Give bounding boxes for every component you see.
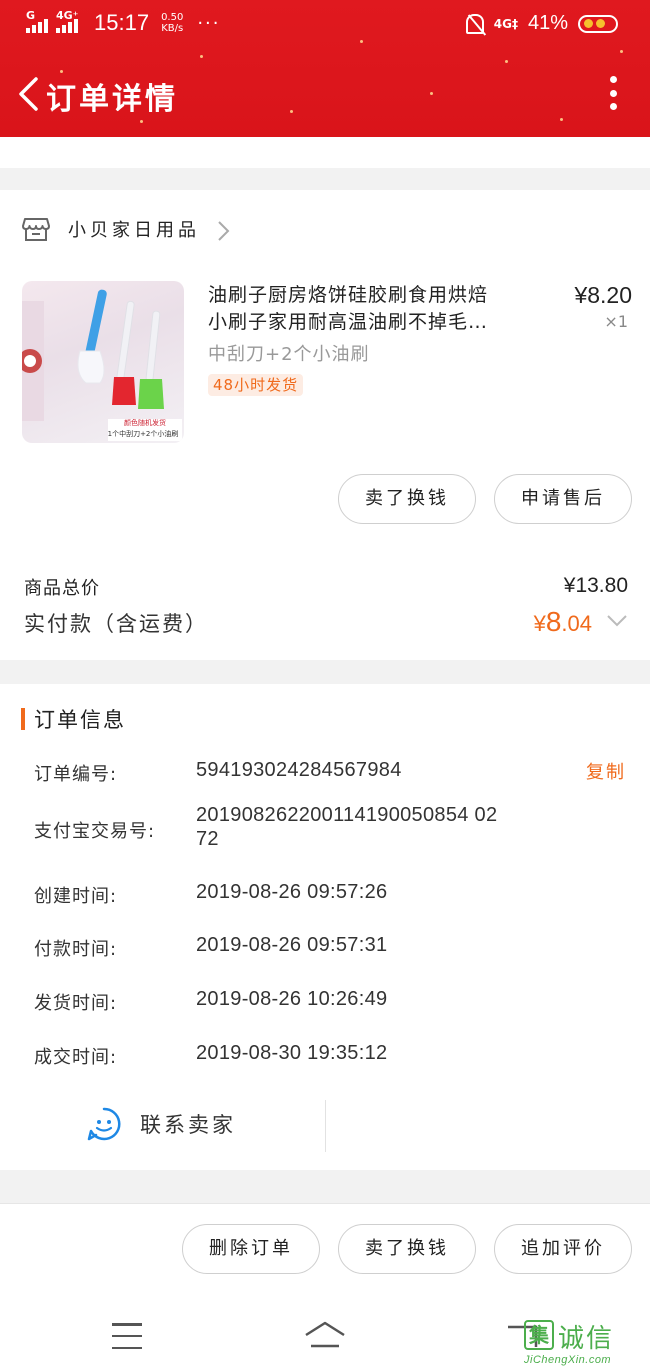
payment-time-value: 2019-08-26 09:57:31 bbox=[196, 934, 388, 956]
product-quantity: ×1 bbox=[604, 312, 628, 331]
status-time: 15:17 bbox=[94, 10, 150, 35]
home-icon[interactable] bbox=[303, 1319, 347, 1351]
menu-icon[interactable] bbox=[112, 1323, 142, 1349]
created-time-value: 2019-08-26 09:57:26 bbox=[196, 881, 388, 903]
product-price: ¥8.20 bbox=[574, 282, 632, 308]
status-bar: G 4G⁺ 15:17 0.50 KB/s ··· 4G‡ 41% bbox=[0, 0, 650, 48]
alipay-trade-label: 支付宝交易号: bbox=[34, 821, 156, 842]
alipay-trade-value-line1: 201908262200114190050854 02 bbox=[196, 804, 498, 826]
battery-percent: 41% bbox=[527, 12, 568, 34]
goods-total-label: 商品总价 bbox=[24, 578, 100, 599]
deal-time-value: 2019-08-30 19:35:12 bbox=[196, 1042, 388, 1064]
status-more-icon: ··· bbox=[197, 12, 221, 34]
signal-4g-icon: 4G⁺ bbox=[56, 9, 79, 33]
chevron-right-icon bbox=[218, 221, 230, 241]
page-title: 订单详情 bbox=[46, 82, 178, 117]
shop-row[interactable]: 小贝家日用品 bbox=[0, 210, 650, 250]
payment-time-label: 付款时间: bbox=[34, 939, 118, 960]
back-arrow-icon[interactable] bbox=[14, 76, 44, 112]
order-number-label: 订单编号: bbox=[34, 764, 118, 785]
shipping-badge: 48小时发货 bbox=[208, 374, 304, 396]
battery-icon bbox=[578, 14, 618, 33]
order-number-value: 594193024284567984 bbox=[196, 759, 402, 781]
resell-button[interactable]: 卖了换钱 bbox=[338, 474, 476, 524]
image-caption-line2: 1个中刮刀+2个小油刷 bbox=[107, 430, 179, 438]
mute-icon bbox=[465, 13, 484, 34]
paid-amount-value: ¥8.04 bbox=[533, 606, 592, 637]
shipping-time-label: 发货时间: bbox=[34, 993, 118, 1014]
alipay-trade-value-line2: 72 bbox=[196, 828, 219, 850]
shop-name[interactable]: 小贝家日用品 bbox=[68, 216, 200, 242]
created-time-label: 创建时间: bbox=[34, 886, 118, 907]
shop-icon bbox=[22, 218, 50, 241]
resell-bottom-button[interactable]: 卖了换钱 bbox=[338, 1224, 476, 1274]
signal-icon: G bbox=[26, 9, 48, 33]
header: G 4G⁺ 15:17 0.50 KB/s ··· 4G‡ 41% 订单详情 bbox=[0, 0, 650, 137]
contact-seller-button[interactable]: 联系卖家 bbox=[86, 1106, 236, 1142]
goods-total-value: ¥13.80 bbox=[563, 574, 628, 597]
product-image[interactable]: 颜色随机发货 1个中刮刀+2个小油刷 bbox=[22, 281, 184, 443]
paid-amount-label: 实付款（含运费） bbox=[24, 612, 208, 636]
product-title-line2: 小刷子家用耐高温油刷不掉毛… bbox=[208, 311, 489, 333]
copy-order-number-button[interactable]: 复制 bbox=[586, 758, 626, 784]
product-title[interactable]: 油刷子厨房烙饼硅胶刷食用烘焙 小刷子家用耐高温油刷不掉毛… bbox=[208, 282, 538, 336]
image-caption-line1: 颜色随机发货 bbox=[124, 419, 166, 427]
product-spec: 中刮刀+2个小油刷 bbox=[208, 344, 370, 365]
network-speed: 0.50 KB/s bbox=[161, 12, 184, 34]
top-spacer bbox=[0, 137, 650, 168]
product-title-line1: 油刷子厨房烙饼硅胶刷食用烘焙 bbox=[208, 284, 489, 306]
network-4g-indicator: 4G‡ bbox=[493, 16, 518, 31]
delete-order-button[interactable]: 删除订单 bbox=[182, 1224, 320, 1274]
chat-face-icon bbox=[87, 1107, 121, 1141]
watermark-url: JiChengXin.com bbox=[524, 1354, 612, 1366]
shipping-time-value: 2019-08-26 10:26:49 bbox=[196, 988, 388, 1010]
nav-bar: 订单详情 bbox=[0, 62, 650, 126]
contact-seller-label: 联系卖家 bbox=[140, 1113, 236, 1137]
order-info-card bbox=[0, 684, 650, 1170]
chevron-down-icon[interactable] bbox=[606, 614, 628, 628]
section-accent-bar bbox=[21, 708, 25, 730]
add-review-button[interactable]: 追加评价 bbox=[494, 1224, 632, 1274]
after-sales-button[interactable]: 申请售后 bbox=[494, 474, 632, 524]
divider bbox=[325, 1100, 326, 1152]
more-options-icon[interactable] bbox=[608, 76, 618, 110]
watermark-badge: 集 bbox=[524, 1320, 554, 1350]
deal-time-label: 成交时间: bbox=[34, 1047, 118, 1068]
watermark-text: 诚信 bbox=[558, 1324, 615, 1354]
order-info-title: 订单信息 bbox=[34, 708, 126, 732]
watermark-logo: 集 诚信 JiChengXin.com bbox=[524, 1318, 640, 1370]
